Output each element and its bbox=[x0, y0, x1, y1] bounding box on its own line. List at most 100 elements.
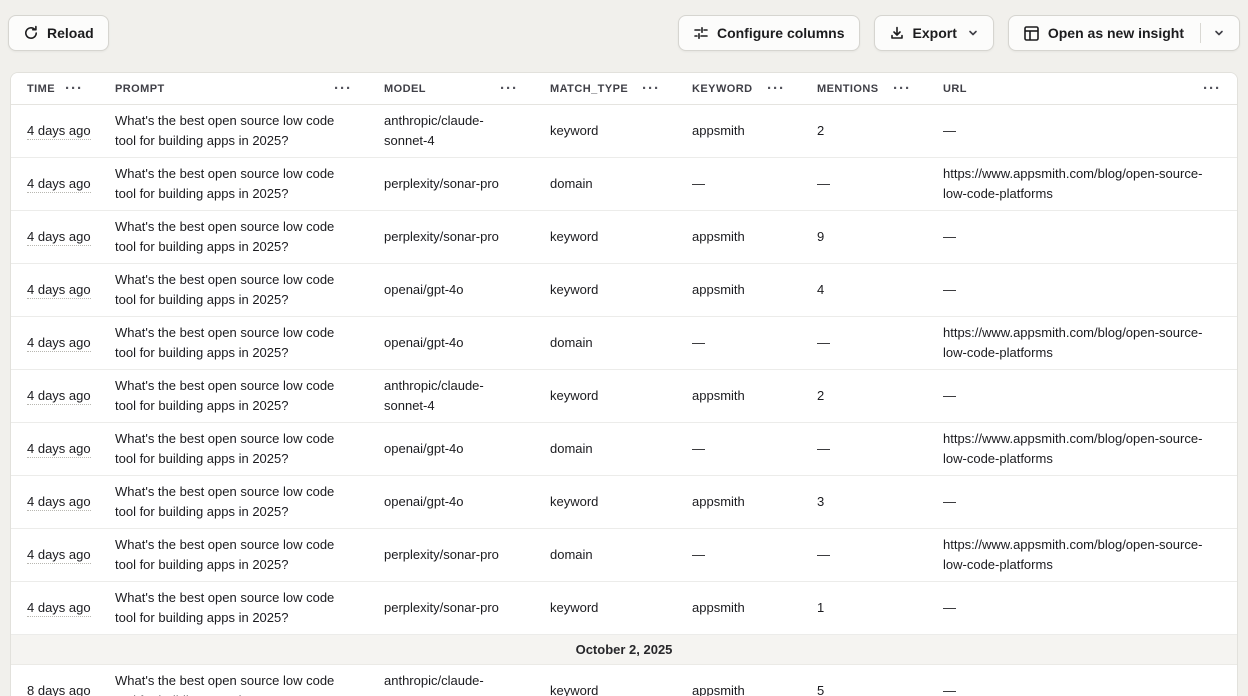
cell-keyword: appsmith bbox=[676, 221, 801, 253]
cell-model: anthropic/claude-sonnet-4 bbox=[368, 370, 534, 422]
column-header-match-type: MATCH_TYPE ··· bbox=[534, 73, 676, 104]
cell-model: perplexity/sonar-pro bbox=[368, 168, 534, 200]
cell-keyword: appsmith bbox=[676, 115, 801, 147]
column-menu-icon[interactable]: ··· bbox=[767, 81, 785, 96]
export-button[interactable]: Export bbox=[874, 15, 994, 51]
cell-match-type: keyword bbox=[534, 675, 676, 696]
cell-match-type: domain bbox=[534, 433, 676, 465]
configure-columns-button[interactable]: Configure columns bbox=[678, 15, 860, 51]
cell-match-type: keyword bbox=[534, 592, 676, 624]
cell-time: 4 days ago bbox=[11, 115, 99, 147]
cell-prompt: What's the best open source low code too… bbox=[99, 105, 368, 157]
cell-time: 8 days ago bbox=[11, 675, 99, 696]
download-icon bbox=[889, 25, 905, 41]
table-row[interactable]: 4 days ago What's the best open source l… bbox=[11, 370, 1237, 423]
cell-url: — bbox=[927, 380, 1237, 412]
cell-model: anthropic/claude-sonnet-4 bbox=[368, 105, 534, 157]
cell-prompt: What's the best open source low code too… bbox=[99, 582, 368, 634]
table-row[interactable]: 4 days ago What's the best open source l… bbox=[11, 582, 1237, 635]
cell-match-type: keyword bbox=[534, 221, 676, 253]
cell-prompt: What's the best open source low code too… bbox=[99, 264, 368, 316]
cell-mentions: — bbox=[801, 168, 927, 200]
button-divider bbox=[1200, 23, 1201, 43]
column-label: KEYWORD bbox=[692, 83, 753, 95]
cell-mentions: 3 bbox=[801, 486, 927, 518]
cell-url: https://www.appsmith.com/blog/open-sourc… bbox=[927, 317, 1237, 369]
table-row[interactable]: 4 days ago What's the best open source l… bbox=[11, 529, 1237, 582]
cell-prompt: What's the best open source low code too… bbox=[99, 370, 368, 422]
open-insight-label: Open as new insight bbox=[1048, 25, 1184, 41]
table-icon bbox=[1023, 25, 1040, 42]
column-label: MODEL bbox=[384, 83, 426, 95]
reload-icon bbox=[23, 25, 39, 41]
cell-mentions: 1 bbox=[801, 592, 927, 624]
column-menu-icon[interactable]: ··· bbox=[1203, 81, 1221, 96]
cell-mentions: — bbox=[801, 539, 927, 571]
reload-button[interactable]: Reload bbox=[8, 15, 109, 51]
cell-time: 4 days ago bbox=[11, 327, 99, 359]
cell-url: https://www.appsmith.com/blog/open-sourc… bbox=[927, 158, 1237, 210]
cell-keyword: appsmith bbox=[676, 592, 801, 624]
column-header-url: URL ··· bbox=[927, 73, 1237, 104]
cell-keyword: appsmith bbox=[676, 675, 801, 696]
column-header-prompt: PROMPT ··· bbox=[99, 73, 368, 104]
cell-mentions: 4 bbox=[801, 274, 927, 306]
cell-mentions: 9 bbox=[801, 221, 927, 253]
configure-columns-label: Configure columns bbox=[717, 25, 845, 41]
cell-url: https://www.appsmith.com/blog/open-sourc… bbox=[927, 529, 1237, 581]
column-menu-icon[interactable]: ··· bbox=[334, 81, 352, 96]
table-row[interactable]: 4 days ago What's the best open source l… bbox=[11, 476, 1237, 529]
cell-prompt: What's the best open source low code too… bbox=[99, 317, 368, 369]
column-header-model: MODEL ··· bbox=[368, 73, 534, 104]
date-separator-label: October 2, 2025 bbox=[576, 642, 673, 657]
cell-model: openai/gpt-4o bbox=[368, 274, 534, 306]
date-separator-row: October 2, 2025 bbox=[11, 635, 1237, 665]
cell-model: perplexity/sonar-pro bbox=[368, 592, 534, 624]
cell-prompt: What's the best open source low code too… bbox=[99, 211, 368, 263]
column-menu-icon[interactable]: ··· bbox=[65, 81, 83, 96]
results-table: TIME ··· PROMPT ··· MODEL ··· MATCH_TYPE… bbox=[10, 72, 1238, 696]
cell-model: openai/gpt-4o bbox=[368, 327, 534, 359]
cell-time: 4 days ago bbox=[11, 168, 99, 200]
cell-model: perplexity/sonar-pro bbox=[368, 221, 534, 253]
cell-time: 4 days ago bbox=[11, 380, 99, 412]
chevron-down-icon[interactable] bbox=[1213, 27, 1225, 39]
table-row[interactable]: 4 days ago What's the best open source l… bbox=[11, 158, 1237, 211]
sliders-icon bbox=[693, 25, 709, 41]
cell-time: 4 days ago bbox=[11, 274, 99, 306]
cell-mentions: 2 bbox=[801, 115, 927, 147]
cell-model: perplexity/sonar-pro bbox=[368, 539, 534, 571]
table-row[interactable]: 4 days ago What's the best open source l… bbox=[11, 423, 1237, 476]
cell-match-type: domain bbox=[534, 539, 676, 571]
open-insight-split-button[interactable]: Open as new insight bbox=[1008, 15, 1240, 51]
cell-match-type: domain bbox=[534, 327, 676, 359]
cell-keyword: — bbox=[676, 327, 801, 359]
cell-time: 4 days ago bbox=[11, 433, 99, 465]
column-menu-icon[interactable]: ··· bbox=[500, 81, 518, 96]
table-row[interactable]: 4 days ago What's the best open source l… bbox=[11, 105, 1237, 158]
cell-model: anthropic/claude-sonnet-4 bbox=[368, 665, 534, 696]
column-menu-icon[interactable]: ··· bbox=[642, 81, 660, 96]
cell-prompt: What's the best open source low code too… bbox=[99, 158, 368, 210]
toolbar: Reload Configure columns bbox=[0, 0, 1248, 51]
cell-prompt: What's the best open source low code too… bbox=[99, 529, 368, 581]
table-row[interactable]: 8 days ago What's the best open source l… bbox=[11, 665, 1237, 696]
cell-time: 4 days ago bbox=[11, 221, 99, 253]
cell-model: openai/gpt-4o bbox=[368, 433, 534, 465]
column-label: PROMPT bbox=[115, 83, 165, 95]
cell-match-type: keyword bbox=[534, 274, 676, 306]
table-row[interactable]: 4 days ago What's the best open source l… bbox=[11, 211, 1237, 264]
cell-url: — bbox=[927, 221, 1237, 253]
column-menu-icon[interactable]: ··· bbox=[893, 81, 911, 96]
table-row[interactable]: 4 days ago What's the best open source l… bbox=[11, 264, 1237, 317]
cell-match-type: domain bbox=[534, 168, 676, 200]
cell-time: 4 days ago bbox=[11, 539, 99, 571]
column-header-keyword: KEYWORD ··· bbox=[676, 73, 801, 104]
table-row[interactable]: 4 days ago What's the best open source l… bbox=[11, 317, 1237, 370]
chevron-down-icon bbox=[967, 27, 979, 39]
cell-url: — bbox=[927, 592, 1237, 624]
cell-url: — bbox=[927, 115, 1237, 147]
cell-match-type: keyword bbox=[534, 115, 676, 147]
cell-time: 4 days ago bbox=[11, 592, 99, 624]
column-header-mentions: MENTIONS ··· bbox=[801, 73, 927, 104]
